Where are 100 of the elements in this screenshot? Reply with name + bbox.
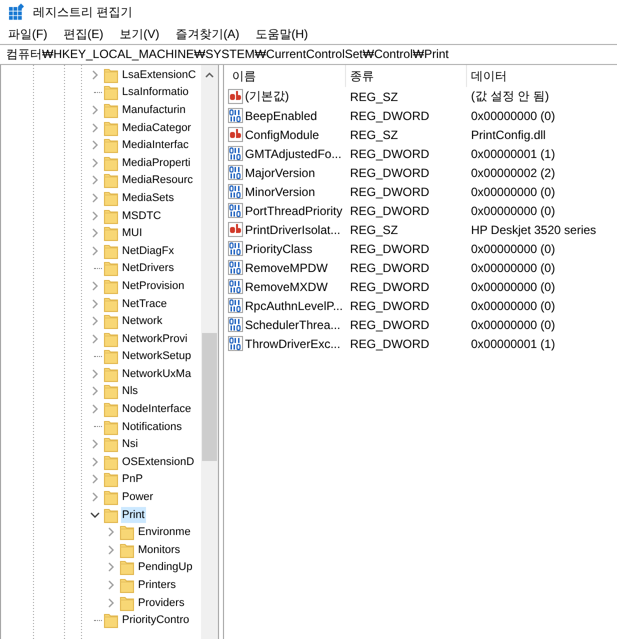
expand-icon[interactable] <box>90 210 100 221</box>
tree-item[interactable]: NetDiagFx <box>121 242 175 259</box>
expand-icon[interactable] <box>106 580 116 590</box>
expand-icon[interactable] <box>106 527 116 538</box>
tree-item[interactable]: MediaSets <box>121 190 175 206</box>
scroll-up-icon[interactable] <box>205 72 214 78</box>
value-name[interactable]: MinorVersion <box>245 184 316 198</box>
expand-icon[interactable] <box>90 474 100 484</box>
value-name[interactable]: (기본값) <box>245 88 289 105</box>
tree-item[interactable]: Nsi <box>121 436 139 452</box>
value-data: 0x00000000 (0) <box>470 298 556 312</box>
expand-icon[interactable] <box>90 158 100 168</box>
expand-icon[interactable] <box>106 544 116 555</box>
expand-icon[interactable] <box>90 439 100 450</box>
value-name[interactable]: ThrowDriverExc... <box>245 336 340 350</box>
binary-value-icon <box>228 203 243 218</box>
expand-icon[interactable] <box>90 334 100 344</box>
expand-icon[interactable] <box>90 228 100 238</box>
tree-item[interactable]: Print <box>121 506 146 523</box>
tree-item[interactable]: NetworkUxMa <box>121 366 192 382</box>
folder-icon <box>120 577 134 594</box>
binary-value-icon <box>228 317 243 332</box>
tree-item[interactable]: NetworkSetup <box>121 348 192 364</box>
tree-item[interactable]: PendingUp <box>137 559 194 576</box>
tree-item[interactable]: MUI <box>121 225 144 242</box>
tree-item[interactable]: MediaResourc <box>121 172 194 188</box>
value-name[interactable]: RemoveMXDW <box>245 280 328 294</box>
tree-item[interactable]: LsaInformatio <box>121 84 190 100</box>
tree-item[interactable]: Power <box>121 489 154 506</box>
expand-icon[interactable] <box>90 122 100 133</box>
tree-item[interactable]: MediaCategor <box>121 120 192 136</box>
tree-item[interactable]: NetworkProvi <box>121 330 188 347</box>
expand-icon[interactable] <box>106 562 116 572</box>
scrollbar-thumb[interactable] <box>202 333 217 461</box>
tree-item[interactable]: Manufacturin <box>121 102 187 118</box>
tree-item[interactable]: NetDrivers <box>121 260 175 276</box>
menu-item[interactable]: 즐겨찾기(A) <box>175 26 240 42</box>
tree-item[interactable]: NetProvision <box>121 278 186 294</box>
value-type: REG_DWORD <box>349 280 430 294</box>
expand-icon[interactable] <box>90 386 100 396</box>
value-name[interactable]: BeepEnabled <box>245 108 318 122</box>
menu-item[interactable]: 편집(E) <box>63 26 104 42</box>
collapse-icon[interactable] <box>90 510 100 520</box>
tree-item[interactable]: PriorityContro <box>121 612 190 628</box>
value-name[interactable]: SchedulerThrea... <box>245 318 340 332</box>
folder-icon <box>104 418 118 435</box>
expand-icon[interactable] <box>90 140 100 150</box>
tree-item[interactable]: Environme <box>137 524 192 540</box>
tree-item[interactable]: NetTrace <box>121 296 168 312</box>
menu-item[interactable]: 보기(V) <box>119 26 160 42</box>
expand-icon[interactable] <box>90 404 100 414</box>
expand-icon[interactable] <box>90 368 100 379</box>
binary-value-icon <box>228 336 243 351</box>
tree-item[interactable]: PnP <box>121 471 144 488</box>
expand-icon[interactable] <box>90 316 100 326</box>
column-header[interactable]: 종류 <box>346 65 467 87</box>
tree-item[interactable]: MediaProperti <box>121 154 192 171</box>
expand-icon[interactable] <box>90 246 100 256</box>
folder-icon <box>104 278 118 294</box>
menu-item[interactable]: 도움말(H) <box>255 26 308 42</box>
folder-icon <box>104 296 118 312</box>
value-data: (값 설정 안 됨) <box>470 88 549 105</box>
tree-item[interactable]: MediaInterfac <box>121 137 190 154</box>
expand-icon[interactable] <box>90 492 100 502</box>
folder-icon <box>104 366 118 382</box>
tree-item[interactable]: NodeInterface <box>121 401 192 418</box>
value-name[interactable]: RpcAuthnLevelP... <box>245 298 343 312</box>
folder-icon <box>104 348 118 364</box>
tree-item[interactable]: OSExtensionD <box>121 454 196 470</box>
tree-item[interactable]: Notifications <box>121 418 183 435</box>
expand-icon[interactable] <box>90 175 100 186</box>
tree-item[interactable]: Printers <box>137 577 177 594</box>
address-field[interactable]: 컴퓨터₩HKEY_LOCAL_MACHINE₩SYSTEM₩CurrentControlSet₩Control₩Print <box>0 44 617 65</box>
column-header[interactable]: 데이터 <box>467 65 507 87</box>
tree-item[interactable]: Network <box>121 313 164 330</box>
folder-icon <box>104 436 118 452</box>
scrollbar[interactable] <box>201 65 218 639</box>
value-name[interactable]: PrintDriverIsolat... <box>245 222 340 236</box>
expand-icon[interactable] <box>106 598 116 608</box>
value-name[interactable]: ConfigModule <box>245 128 320 142</box>
menu-item[interactable]: 파일(F) <box>8 26 48 42</box>
tree-item[interactable]: Providers <box>137 594 186 611</box>
value-data: 0x00000000 (0) <box>470 108 556 122</box>
expand-icon[interactable] <box>90 104 100 115</box>
column-header[interactable]: 이름 <box>228 65 346 87</box>
expand-icon[interactable] <box>90 456 100 467</box>
value-name[interactable]: RemoveMPDW <box>245 260 328 274</box>
value-name[interactable]: MajorVersion <box>245 166 316 180</box>
expand-icon[interactable] <box>90 70 100 80</box>
tree-item[interactable]: Nls <box>121 383 139 400</box>
expand-icon[interactable] <box>90 280 100 291</box>
tree-item[interactable]: Monitors <box>137 542 182 558</box>
value-name[interactable]: GMTAdjustedFo... <box>245 146 342 160</box>
tree-item[interactable]: MSDTC <box>121 208 162 224</box>
expand-icon[interactable] <box>90 192 100 203</box>
expand-icon[interactable] <box>90 298 100 309</box>
value-data: 0x00000001 (1) <box>470 336 556 350</box>
value-name[interactable]: PriorityClass <box>245 242 312 256</box>
tree-item[interactable]: LsaExtensionC <box>121 66 197 83</box>
value-name[interactable]: PortThreadPriority <box>245 204 342 218</box>
